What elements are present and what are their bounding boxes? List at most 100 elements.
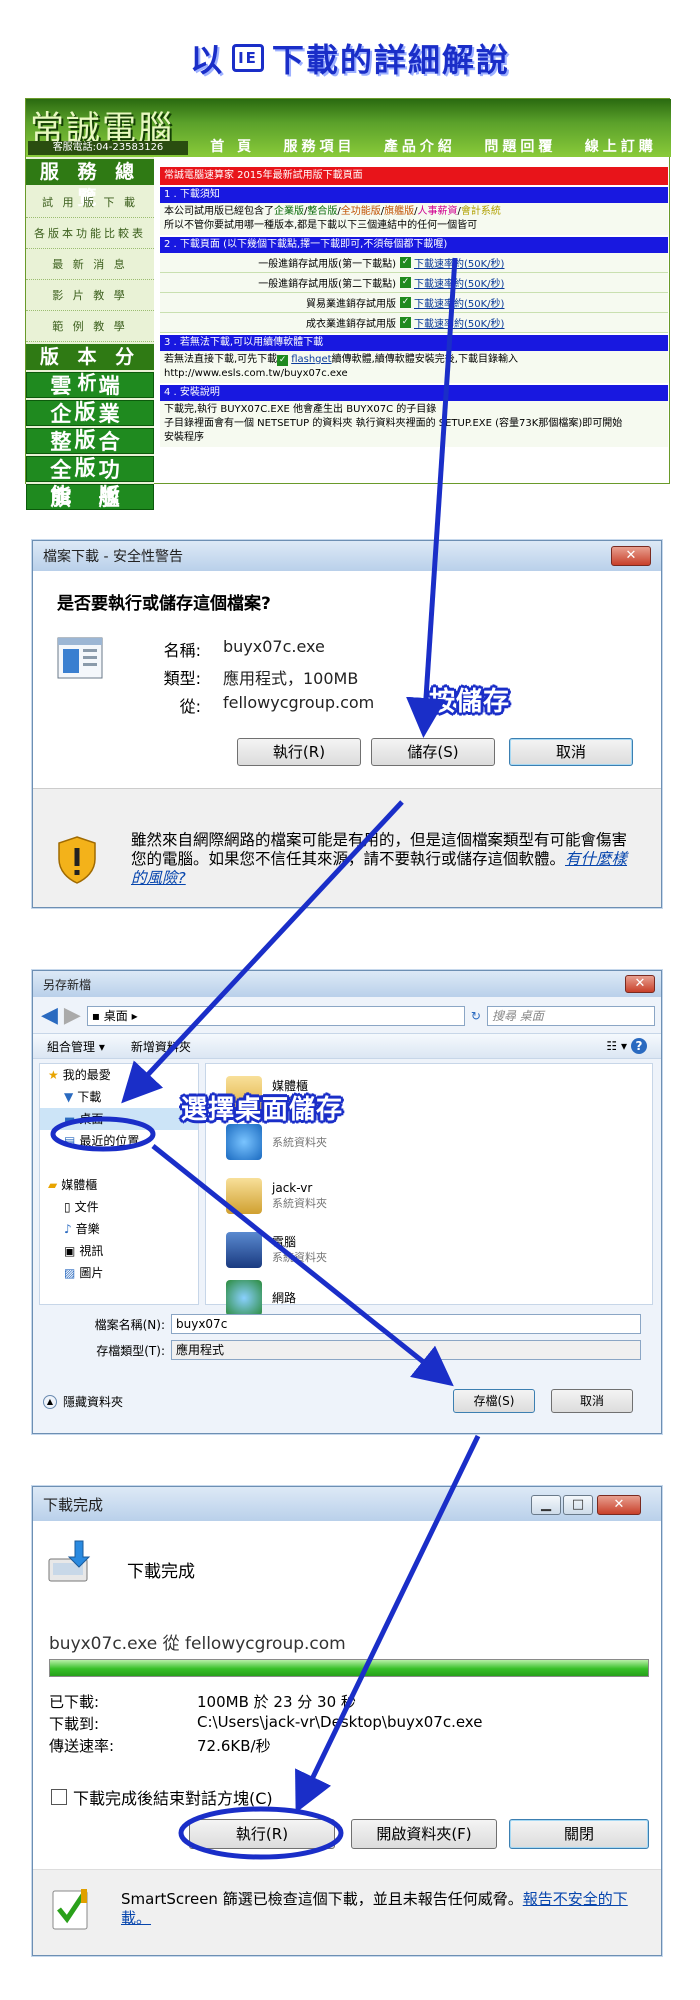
cancel-button[interactable]: 取消 bbox=[509, 738, 633, 766]
download-row: 一般進銷存試用版(第一下載點) ✓ 下載速率約(50K/秒) bbox=[160, 253, 668, 273]
filetype-label: 存檔類型(T): bbox=[96, 1343, 165, 1358]
download-complete-dialog: 下載完成 ▁ □ ✕ 下載完成 buyx07c.exe 從 fellowycgr… bbox=[32, 1486, 662, 1956]
pictures-icon: ▨ bbox=[64, 1266, 76, 1280]
progress-fill bbox=[50, 1660, 648, 1676]
nav-item-downloads[interactable]: ▼ 下載 bbox=[40, 1086, 198, 1108]
sidebar-item-news[interactable]: 最 新 消 息 bbox=[26, 249, 154, 280]
sidebar-version-enterprise[interactable]: 企 業 版 bbox=[26, 400, 154, 452]
close-on-complete-checkbox[interactable]: 下載完成後結束對話方塊(C) bbox=[51, 1785, 273, 1809]
resume-url: http://www.esls.com.tw/buyx07c.exe bbox=[164, 368, 348, 379]
warning-message: 雖然來自網際網路的檔案可能是有用的，但是這個檔案類型有可能會傷害您的電腦。如果您… bbox=[131, 831, 628, 868]
security-question: 是否要執行或儲存這個檔案? bbox=[57, 594, 271, 614]
sidebar-header-services: 服 務 總 覽 bbox=[26, 159, 154, 209]
refresh-icon[interactable]: ↻ bbox=[471, 1009, 481, 1023]
nav-label: 音樂 bbox=[75, 1222, 100, 1236]
download-link[interactable]: 下載速率約(50K/秒) bbox=[414, 275, 504, 290]
cancel-button[interactable]: 取消 bbox=[551, 1389, 633, 1413]
filename-field[interactable]: buyx07c bbox=[171, 1314, 641, 1334]
star-icon: ★ bbox=[48, 1068, 59, 1082]
video-icon: ▣ bbox=[64, 1244, 76, 1258]
sidebar-version-cloud[interactable]: 雲 端 版 bbox=[26, 372, 154, 424]
nav-item-recent[interactable]: ▤ 最近的位置 bbox=[40, 1130, 198, 1152]
install-line2: 子目錄裡面會有一個 NETSETUP 的資料夾 執行資料夾裡面的 SETUP.E… bbox=[164, 418, 623, 429]
nav-item-libraries[interactable]: ▰ 媒體櫃 bbox=[40, 1174, 198, 1196]
sidebar-item-compare[interactable]: 各版本功能比較表 bbox=[26, 218, 154, 249]
section-title-resume: 3 . 若無法下載,可以用續傳軟體下載 bbox=[160, 335, 668, 351]
nav-label: 媒體櫃 bbox=[61, 1178, 98, 1192]
security-title: 檔案下載 - 安全性警告 bbox=[43, 549, 183, 565]
address-bar[interactable]: ▪ 桌面 ▸ bbox=[86, 1006, 465, 1026]
nav-item-products[interactable]: 產品介紹 bbox=[384, 136, 456, 156]
close-button[interactable]: 關閉 bbox=[509, 1819, 649, 1849]
nav-item-home[interactable]: 首 頁 bbox=[210, 136, 255, 156]
organize-button[interactable]: 組合管理 ▾ bbox=[47, 1038, 105, 1055]
nav-item-music[interactable]: ♪ 音樂 bbox=[40, 1218, 198, 1240]
open-folder-button[interactable]: 開啟資料夾(F) bbox=[351, 1819, 497, 1849]
downloaded-label: 已下載: bbox=[49, 1693, 100, 1711]
nav-item-desktop[interactable]: ▬ 桌面 bbox=[40, 1108, 198, 1130]
nav-item-videos[interactable]: ▣ 視訊 bbox=[40, 1240, 198, 1262]
nav-item-faq[interactable]: 問題回覆 bbox=[484, 136, 556, 156]
download-link[interactable]: 下載速率約(50K/秒) bbox=[414, 295, 504, 310]
download-link[interactable]: 下載速率約(50K/秒) bbox=[414, 255, 504, 270]
view-icon[interactable]: ☷ ▾ bbox=[606, 1039, 627, 1053]
section-title-downloads: 2 . 下載頁面 (以下幾個下載點,擇一下載即可,不須每個都下載喔) bbox=[160, 237, 668, 253]
run-button[interactable]: 執行(R) bbox=[237, 738, 361, 766]
sidebar-item-examples[interactable]: 範 例 教 學 bbox=[26, 311, 154, 342]
title-text: 下載的詳細解說 bbox=[271, 41, 510, 79]
site-phone: 客服電話:04-23583126 bbox=[28, 141, 188, 155]
forward-icon[interactable]: ▶ bbox=[64, 1005, 81, 1027]
sidebar-item-video[interactable]: 影 片 教 學 bbox=[26, 280, 154, 311]
file-name: jack-vr bbox=[272, 1181, 313, 1195]
website-panel: 常誠電腦 客服電話:04-23583126 首 頁 服務項目 產品介紹 問題回覆… bbox=[25, 98, 671, 536]
sidebar-version-integrated[interactable]: 整 合 版 bbox=[26, 428, 154, 480]
help-icon[interactable]: ? bbox=[631, 1038, 647, 1054]
filename-row: 檔案名稱(N): buyx07c bbox=[91, 1314, 641, 1334]
save-button[interactable]: 儲存(S) bbox=[371, 738, 495, 766]
sidebar-version-flagship[interactable]: 旗 艦 版 bbox=[26, 484, 154, 536]
close-icon[interactable]: ✕ bbox=[597, 1495, 641, 1515]
music-icon: ♪ bbox=[64, 1222, 72, 1236]
save-button[interactable]: 存檔(S) bbox=[453, 1389, 535, 1413]
install-line1: 下載完,執行 BUYX07C.EXE 他會產生出 BUYX07C 的子目錄 bbox=[164, 404, 437, 415]
download-name: 成衣業進銷存試用版 bbox=[306, 319, 396, 330]
list-item[interactable]: 電腦 系統資料夾 bbox=[226, 1224, 327, 1276]
new-folder-button[interactable]: 新增資料夾 bbox=[131, 1038, 191, 1055]
maximize-icon[interactable]: □ bbox=[563, 1495, 593, 1515]
minimize-icon[interactable]: ▁ bbox=[531, 1495, 561, 1515]
annotation-press-save: 按儲存 bbox=[429, 687, 511, 717]
notice-line2: 所以不管你要試用哪一種版本,都是下載以下三個連結中的任何一個皆可 bbox=[164, 220, 478, 231]
download-row: 貿易業進銷存試用版 ✓ 下載速率約(50K/秒) bbox=[160, 293, 668, 313]
site-sidebar: 服 務 總 覽 試 用 版 下 載 各版本功能比較表 最 新 消 息 影 片 教… bbox=[26, 157, 154, 536]
nav-item-pictures[interactable]: ▨ 圖片 bbox=[40, 1262, 198, 1284]
download-link[interactable]: 下載速率約(50K/秒) bbox=[414, 315, 504, 330]
nav-label: 最近的位置 bbox=[79, 1134, 140, 1148]
nav-item-services[interactable]: 服務項目 bbox=[284, 136, 356, 156]
ie-logo-icon: IE bbox=[232, 44, 264, 72]
security-warning-dialog: 檔案下載 - 安全性警告 ✕ 是否要執行或儲存這個檔案? 名稱: buyx07c… bbox=[32, 540, 662, 908]
list-item[interactable]: jack-vr 系統資料夾 bbox=[226, 1170, 327, 1222]
sidebar-item-trial[interactable]: 試 用 版 下 載 bbox=[26, 187, 154, 218]
file-name-value: buyx07c.exe bbox=[223, 637, 325, 656]
section-title-notice: 1 . 下載須知 bbox=[160, 187, 668, 203]
filetype-select[interactable]: 應用程式 bbox=[171, 1340, 641, 1360]
run-button[interactable]: 執行(R) bbox=[189, 1819, 335, 1849]
search-input[interactable]: 搜尋 桌面 bbox=[486, 1006, 655, 1026]
file-type: 系統資料夾 bbox=[272, 1197, 327, 1210]
hide-folders-toggle[interactable]: ▲ 隱藏資料夾 bbox=[43, 1393, 123, 1410]
save-as-title: 另存新檔 bbox=[43, 977, 92, 992]
close-icon[interactable]: ✕ bbox=[611, 546, 651, 566]
done-heading: 下載完成 bbox=[127, 1562, 195, 1582]
site-nav: 首 頁 服務項目 產品介紹 問題回覆 線上訂購 bbox=[196, 135, 671, 157]
back-icon[interactable]: ◀ bbox=[41, 1005, 58, 1027]
resume-line1: 若無法直接下載,可先下載 bbox=[164, 354, 278, 365]
nav-item-documents[interactable]: ▯ 文件 bbox=[40, 1196, 198, 1218]
flashget-link[interactable]: flashget bbox=[291, 354, 331, 365]
annotation-choose-desktop: 選擇桌面儲存 bbox=[181, 1095, 344, 1125]
sidebar-version-full[interactable]: 全 功 能 版 bbox=[26, 456, 154, 508]
nav-item-order[interactable]: 線上訂購 bbox=[585, 136, 657, 156]
close-icon[interactable]: ✕ bbox=[625, 975, 655, 993]
file-type: 系統資料夾 bbox=[272, 1135, 327, 1149]
nav-item-favorites[interactable]: ★ 我的最愛 bbox=[40, 1064, 198, 1086]
